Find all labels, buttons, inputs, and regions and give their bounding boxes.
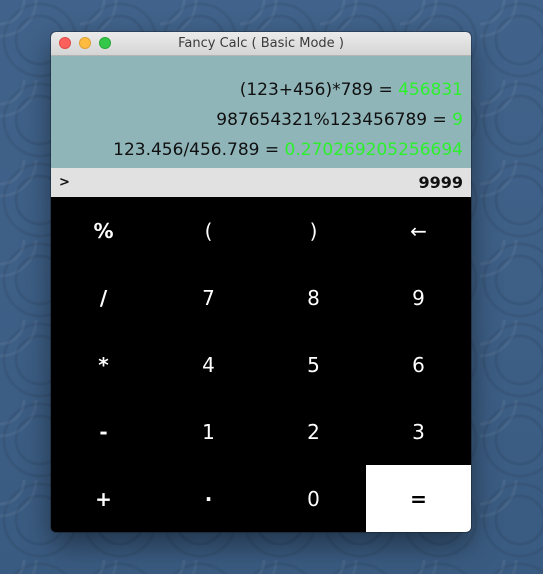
history-panel: (123+456)*789 = 456831 987654321%1234567… (51, 56, 471, 168)
decimal-point-key[interactable]: · (156, 465, 261, 532)
history-expression: 123.456/456.789 = (113, 140, 285, 160)
add-key[interactable]: + (51, 465, 156, 532)
open-paren-key[interactable]: ( (156, 197, 261, 264)
calculator-window: Fancy Calc ( Basic Mode ) (123+456)*789 … (51, 32, 471, 532)
history-result: 0.270269205256694 (284, 140, 463, 160)
equals-key[interactable]: = (366, 465, 471, 532)
history-row: (123+456)*789 = 456831 (59, 75, 463, 105)
keypad: % ( ) ← / 7 8 9 * 4 5 6 - 1 2 3 + · 0 = (51, 197, 471, 532)
window-title: Fancy Calc ( Basic Mode ) (178, 36, 344, 51)
multiply-key[interactable]: * (51, 331, 156, 398)
history-row: 987654321%123456789 = 9 (59, 105, 463, 135)
close-paren-key[interactable]: ) (261, 197, 366, 264)
divide-key[interactable]: / (51, 264, 156, 331)
digit-5-key[interactable]: 5 (261, 331, 366, 398)
window-controls (59, 37, 111, 49)
history-row: 123.456/456.789 = 0.270269205256694 (59, 135, 463, 165)
digit-6-key[interactable]: 6 (366, 331, 471, 398)
history-expression: (123+456)*789 = (239, 80, 399, 100)
percent-key[interactable]: % (51, 197, 156, 264)
history-result: 456831 (398, 80, 463, 100)
digit-2-key[interactable]: 2 (261, 398, 366, 465)
digit-8-key[interactable]: 8 (261, 264, 366, 331)
digit-0-key[interactable]: 0 (261, 465, 366, 532)
close-button[interactable] (59, 37, 71, 49)
digit-3-key[interactable]: 3 (366, 398, 471, 465)
digit-9-key[interactable]: 9 (366, 264, 471, 331)
subtract-key[interactable]: - (51, 398, 156, 465)
minimize-button[interactable] (79, 37, 91, 49)
history-result: 9 (452, 110, 463, 130)
digit-4-key[interactable]: 4 (156, 331, 261, 398)
input-prompt: > (59, 175, 70, 190)
input-display[interactable]: > 9999 (51, 168, 471, 197)
digit-7-key[interactable]: 7 (156, 264, 261, 331)
history-expression: 987654321%123456789 = (216, 110, 453, 130)
input-value: 9999 (418, 173, 463, 192)
backspace-key[interactable]: ← (366, 197, 471, 264)
digit-1-key[interactable]: 1 (156, 398, 261, 465)
title-bar[interactable]: Fancy Calc ( Basic Mode ) (51, 32, 471, 56)
zoom-button[interactable] (99, 37, 111, 49)
